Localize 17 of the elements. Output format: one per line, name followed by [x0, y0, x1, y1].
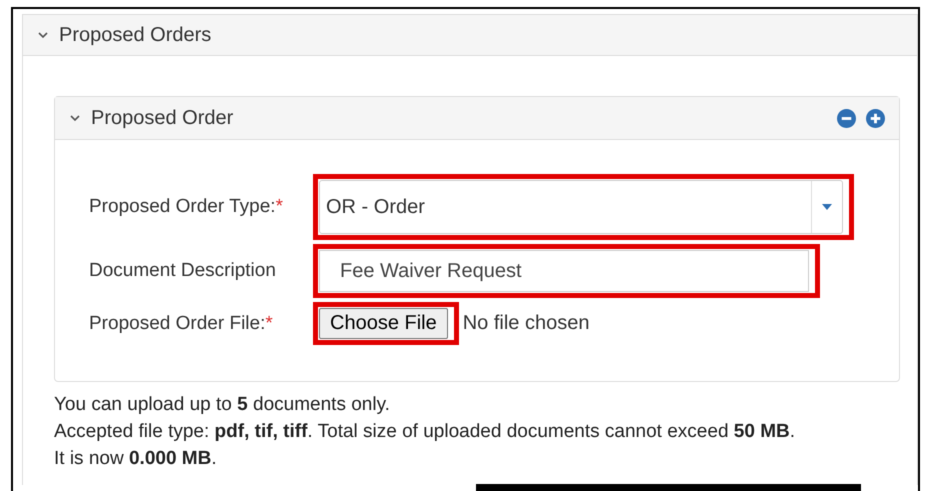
description-field[interactable]: Fee Waiver Request: [319, 250, 809, 292]
remove-icon[interactable]: [837, 108, 856, 128]
field-label: Document Description: [89, 260, 277, 282]
field-label: Proposed Order Type:*: [89, 196, 284, 218]
upload-note: You can upload up to 5 documents only.: [54, 394, 391, 416]
panel-title: Proposed Order: [91, 106, 234, 130]
caret-icon: [822, 204, 832, 210]
field-label: Proposed Order File:*: [89, 312, 274, 334]
add-icon[interactable]: [866, 108, 885, 128]
section-header[interactable]: Proposed Orders: [23, 15, 917, 56]
upload-note: Accepted file type: pdf, tif, tiff. Total size of uploaded documents cannot exceed 50 MB.: [54, 421, 796, 443]
section-title: Proposed Orders: [59, 24, 212, 46]
upload-note: It is now 0.000 MB.: [54, 448, 218, 470]
choose-file-button[interactable]: Choose File: [319, 308, 448, 339]
panel-header[interactable]: Proposed Order: [55, 97, 899, 140]
order-type-select[interactable]: OR - Order: [319, 180, 843, 234]
file-status: No file chosen: [462, 312, 590, 335]
